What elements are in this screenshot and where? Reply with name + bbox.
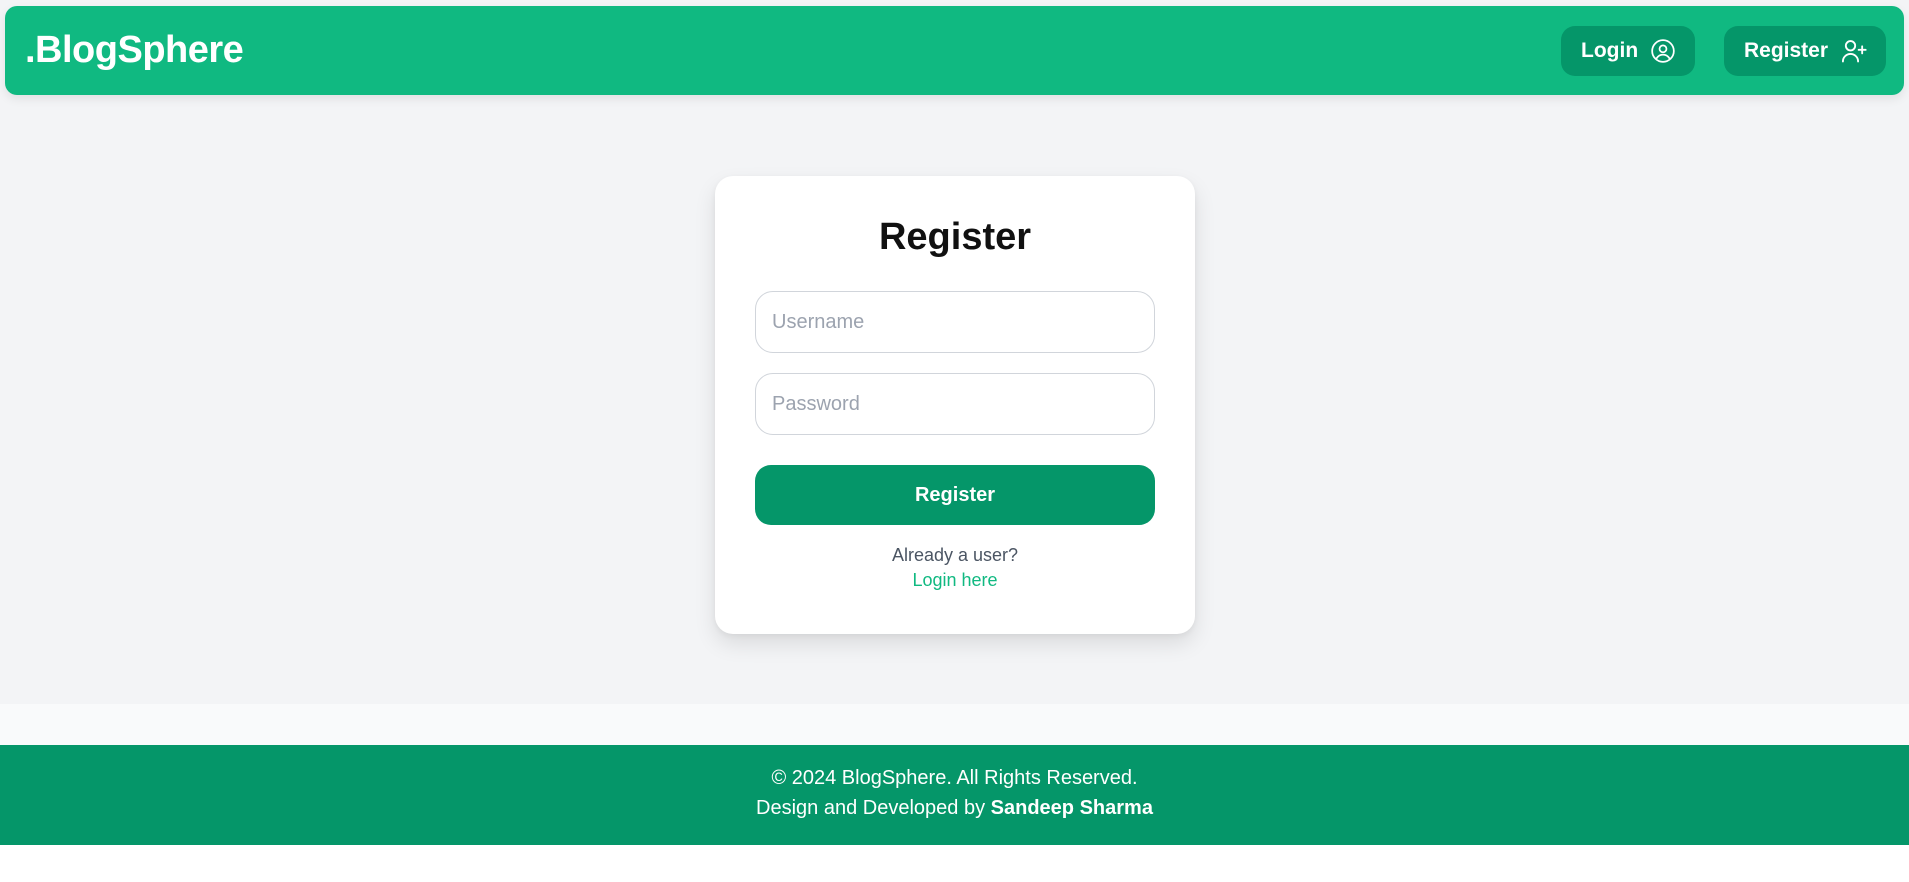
username-input[interactable] xyxy=(755,291,1155,353)
page: .BlogSphere Login Register Register User… xyxy=(0,0,1909,882)
register-card: Register Register Already a user? Login … xyxy=(715,176,1195,634)
register-nav-button[interactable]: Register xyxy=(1724,26,1886,76)
footer: © 2024 BlogSphere. All Rights Reserved. … xyxy=(0,745,1909,845)
user-plus-icon xyxy=(1840,37,1868,65)
navbar: .BlogSphere Login Register xyxy=(5,6,1904,95)
login-nav-button[interactable]: Login xyxy=(1561,26,1695,76)
password-input[interactable] xyxy=(755,373,1155,435)
form-title: Register xyxy=(878,216,1032,258)
footer-credit: Design and Developed by Sandeep Sharma xyxy=(0,797,1909,820)
login-nav-label: Login xyxy=(1581,39,1639,62)
register-nav-label: Register xyxy=(1744,39,1829,62)
already-user-text: Already a user? xyxy=(891,545,1019,565)
user-circle-icon xyxy=(1650,38,1676,64)
spacer-band xyxy=(0,704,1909,745)
footer-credit-prefix: Design and Developed by xyxy=(756,797,991,819)
footer-credit-name: Sandeep Sharma xyxy=(990,797,1153,819)
register-submit-button[interactable]: Register xyxy=(755,465,1155,525)
brand-logo[interactable]: .BlogSphere xyxy=(25,6,244,95)
login-here-link[interactable]: Login here xyxy=(715,570,1195,591)
footer-copyright: © 2024 BlogSphere. All Rights Reserved. xyxy=(771,767,1138,789)
